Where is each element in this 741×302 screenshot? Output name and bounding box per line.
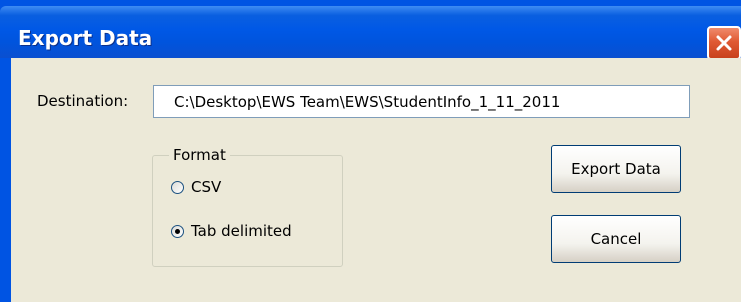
radio-csv-label: CSV	[191, 178, 222, 196]
export-data-button[interactable]: Export Data	[551, 145, 681, 193]
format-legend: Format	[169, 146, 230, 164]
destination-label: Destination:	[37, 92, 129, 110]
cancel-button[interactable]: Cancel	[551, 215, 681, 263]
format-groupbox	[152, 155, 343, 267]
title-bar[interactable]: Export Data	[0, 6, 741, 60]
radio-tab-delimited[interactable]: Tab delimited	[171, 222, 292, 240]
radio-tab-delimited-circle[interactable]	[171, 224, 184, 238]
dialog-body: Destination: Format CSV Tab delimited Ex…	[11, 58, 741, 302]
close-button[interactable]	[707, 26, 741, 60]
export-data-window: Export Data Destination: Format CSV Tab …	[0, 0, 741, 302]
radio-csv[interactable]: CSV	[171, 178, 221, 196]
window-title: Export Data	[18, 26, 153, 50]
radio-csv-circle[interactable]	[171, 180, 184, 194]
close-icon	[716, 35, 732, 51]
destination-input[interactable]	[153, 85, 690, 118]
radio-selected-dot	[175, 228, 180, 234]
radio-tab-delimited-label: Tab delimited	[191, 222, 292, 240]
